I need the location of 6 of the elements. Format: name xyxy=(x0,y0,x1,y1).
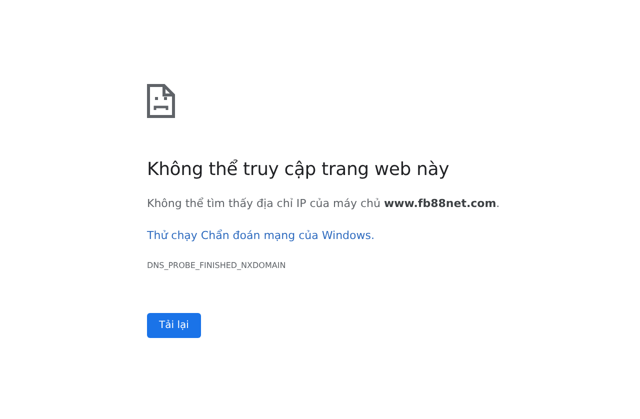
sad-page-icon xyxy=(147,84,175,118)
error-code: DNS_PROBE_FINISHED_NXDOMAIN xyxy=(147,260,286,272)
error-heading: Không thể truy cập trang web này xyxy=(147,158,450,182)
error-message: Không thể tìm thấy địa chỉ IP của máy chủ www.fb88net.com. xyxy=(147,196,500,212)
diagnostics-link[interactable]: Thử chạy Chẩn đoán mạng của Windows. xyxy=(147,228,374,244)
reload-button[interactable]: Tải lại xyxy=(147,313,201,338)
